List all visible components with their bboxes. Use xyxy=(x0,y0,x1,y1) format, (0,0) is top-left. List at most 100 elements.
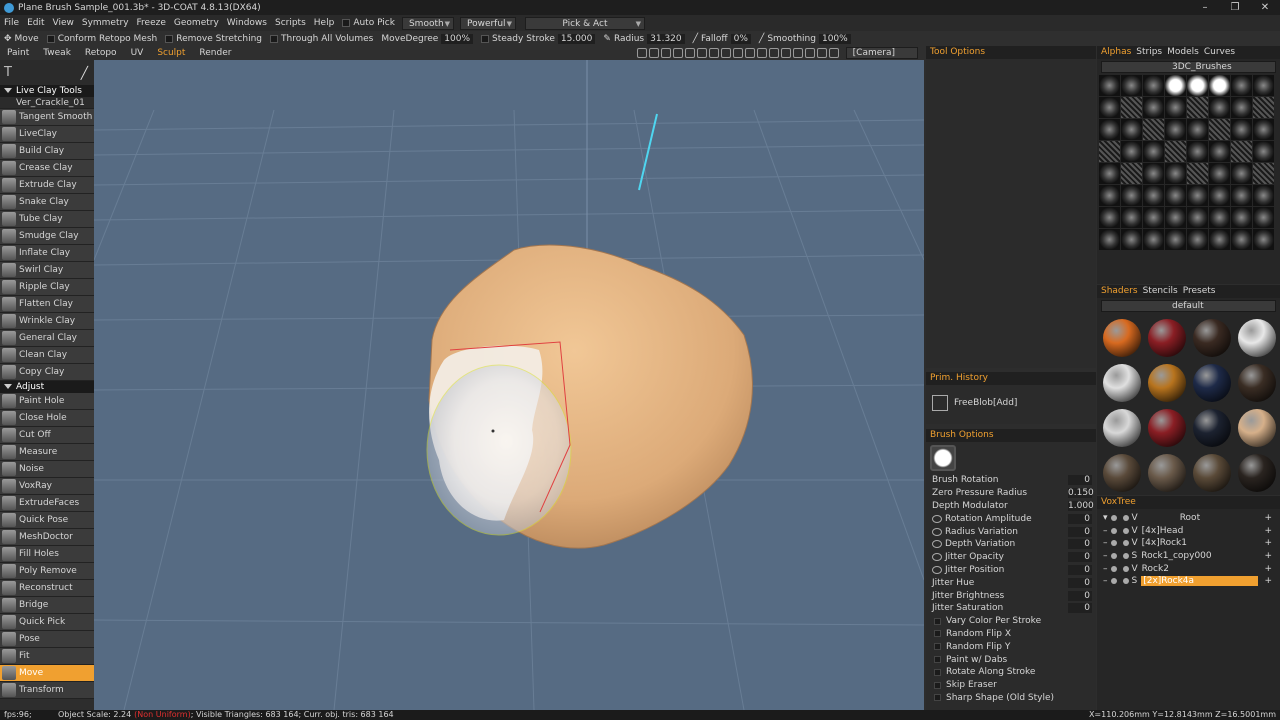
lock-icon[interactable] xyxy=(1122,527,1129,534)
adjust-header[interactable]: Adjust xyxy=(0,381,94,393)
move-mode[interactable]: ✥ Move xyxy=(0,34,43,44)
shader-sphere[interactable] xyxy=(1148,454,1186,492)
mesh-icon[interactable] xyxy=(792,48,803,58)
alphas-preset-dropdown[interactable]: 3DC_Brushes xyxy=(1101,61,1276,73)
alpha-thumb[interactable] xyxy=(1143,141,1164,162)
alpha-thumb[interactable] xyxy=(1165,229,1186,250)
alpha-thumb[interactable] xyxy=(1187,119,1208,140)
alpha-thumb[interactable] xyxy=(1143,185,1164,206)
alpha-thumb[interactable] xyxy=(1187,97,1208,118)
shader-sphere[interactable] xyxy=(1193,454,1231,492)
room-retopo[interactable]: Retopo xyxy=(78,48,124,58)
alpha-thumb[interactable] xyxy=(1099,185,1120,206)
voxtree-row-rock2[interactable]: – V Rock2 + xyxy=(1097,562,1280,575)
auto-pick-toggle[interactable]: Auto Pick xyxy=(338,18,399,28)
grid-icon[interactable] xyxy=(672,48,683,58)
room-uv[interactable]: UV xyxy=(124,48,151,58)
viewport-scene[interactable] xyxy=(94,60,924,710)
option-value[interactable]: 0 xyxy=(1068,526,1092,537)
rotate-icon[interactable] xyxy=(720,48,731,58)
voxtree-row-4x-head[interactable]: – V [4x]Head + xyxy=(1097,525,1280,538)
image-icon[interactable] xyxy=(648,48,659,58)
pen-pressure-icon[interactable] xyxy=(932,527,942,536)
alpha-thumb[interactable] xyxy=(1121,163,1142,184)
menu-edit[interactable]: Edit xyxy=(23,18,48,28)
alpha-thumb[interactable] xyxy=(1253,119,1274,140)
alpha-thumb[interactable] xyxy=(1099,119,1120,140)
tool-general-clay[interactable]: General Clay xyxy=(0,330,94,347)
shader-sphere[interactable] xyxy=(1193,319,1231,357)
tool-cut-off[interactable]: Cut Off xyxy=(0,427,94,444)
collapse-icon[interactable]: – xyxy=(1103,538,1108,548)
tool-bridge[interactable]: Bridge xyxy=(0,597,94,614)
alpha-thumb[interactable] xyxy=(1099,163,1120,184)
pen-pressure-icon[interactable] xyxy=(932,553,942,562)
minimize-icon[interactable]: – xyxy=(1190,0,1220,15)
alpha-thumb[interactable] xyxy=(1121,97,1142,118)
shader-sphere[interactable] xyxy=(1103,409,1141,447)
tool-tube-clay[interactable]: Tube Clay xyxy=(0,211,94,228)
alpha-thumb[interactable] xyxy=(1165,119,1186,140)
tool-inflate-clay[interactable]: Inflate Clay xyxy=(0,245,94,262)
menu-view[interactable]: View xyxy=(49,18,78,28)
alpha-thumb[interactable] xyxy=(1165,185,1186,206)
smooth-dropdown[interactable]: Smooth ▼ xyxy=(401,16,454,30)
alpha-thumb[interactable] xyxy=(1209,229,1230,250)
tool-measure[interactable]: Measure xyxy=(0,444,94,461)
brush-option-depth-variation[interactable]: Depth Variation 0 xyxy=(926,538,1096,551)
alpha-thumb[interactable] xyxy=(1231,97,1252,118)
brush-option-radius-variation[interactable]: Radius Variation 0 xyxy=(926,525,1096,538)
lock-icon[interactable] xyxy=(1122,515,1129,522)
brush-check-skip-eraser[interactable]: Skip Eraser xyxy=(926,679,1096,692)
collapse-icon[interactable]: – xyxy=(1103,576,1108,586)
alpha-thumb[interactable] xyxy=(1253,75,1274,96)
alpha-thumb[interactable] xyxy=(1121,119,1142,140)
shader-sphere[interactable] xyxy=(1193,364,1231,402)
through-all-toggle[interactable]: Through All Volumes xyxy=(266,34,377,44)
option-value[interactable]: 0 xyxy=(1068,552,1092,563)
alpha-thumb[interactable] xyxy=(1253,207,1274,228)
alpha-thumb[interactable] xyxy=(1253,141,1274,162)
move-degree-value[interactable]: 100% xyxy=(441,33,474,44)
tool-tangent-smooth[interactable]: Tangent Smooth xyxy=(0,109,94,126)
collapse-icon[interactable]: – xyxy=(1103,551,1108,561)
room-paint[interactable]: Paint xyxy=(0,48,36,58)
tab-shaders[interactable]: Shaders xyxy=(1101,285,1143,298)
lock-icon[interactable] xyxy=(1122,565,1129,572)
move-degree-field[interactable]: MoveDegree 100% xyxy=(377,33,477,44)
alpha-thumb[interactable] xyxy=(1165,163,1186,184)
brush-option-brush-rotation[interactable]: Brush Rotation 0 xyxy=(926,474,1096,487)
falloff-value[interactable]: 0% xyxy=(730,33,751,44)
prim-history-item[interactable]: FreeBlob[Add] xyxy=(926,385,1096,411)
alpha-thumb[interactable] xyxy=(1165,97,1186,118)
tool-swirl-clay[interactable]: Swirl Clay xyxy=(0,262,94,279)
add-layer-icon[interactable]: + xyxy=(1264,551,1272,561)
shader-sphere[interactable] xyxy=(1238,364,1276,402)
shader-sphere[interactable] xyxy=(1238,409,1276,447)
shader-sphere[interactable] xyxy=(1238,454,1276,492)
pen-pressure-icon[interactable] xyxy=(932,514,942,523)
tool-extrude-clay[interactable]: Extrude Clay xyxy=(0,177,94,194)
alpha-thumb[interactable] xyxy=(1121,75,1142,96)
menu-file[interactable]: File xyxy=(0,18,23,28)
option-value[interactable]: 0 xyxy=(1068,475,1092,486)
alpha-thumb[interactable] xyxy=(1165,75,1186,96)
3d-viewport[interactable] xyxy=(94,60,924,710)
alpha-thumb[interactable] xyxy=(1187,229,1208,250)
alpha-thumb[interactable] xyxy=(1209,119,1230,140)
tab-stencils[interactable]: Stencils xyxy=(1143,285,1183,298)
alpha-thumb[interactable] xyxy=(1121,141,1142,162)
voxtree-row-4x-rock1[interactable]: – V [4x]Rock1 + xyxy=(1097,537,1280,550)
brush-sphere[interactable] xyxy=(426,364,572,536)
falloff-field[interactable]: ╱ Falloff 0% xyxy=(689,33,755,44)
tool-voxray[interactable]: VoxRay xyxy=(0,478,94,495)
light-icon[interactable] xyxy=(696,48,707,58)
alpha-thumb[interactable] xyxy=(1143,97,1164,118)
auto-pick-checkbox[interactable] xyxy=(342,18,351,27)
lock-icon[interactable] xyxy=(1122,578,1129,585)
option-value[interactable]: 0 xyxy=(1068,590,1092,601)
brush-option-jitter-position[interactable]: Jitter Position 0 xyxy=(926,564,1096,577)
pick-act-dropdown[interactable]: Pick & Act ▼ xyxy=(524,16,645,30)
checkbox[interactable] xyxy=(934,681,941,689)
alpha-thumb[interactable] xyxy=(1143,163,1164,184)
